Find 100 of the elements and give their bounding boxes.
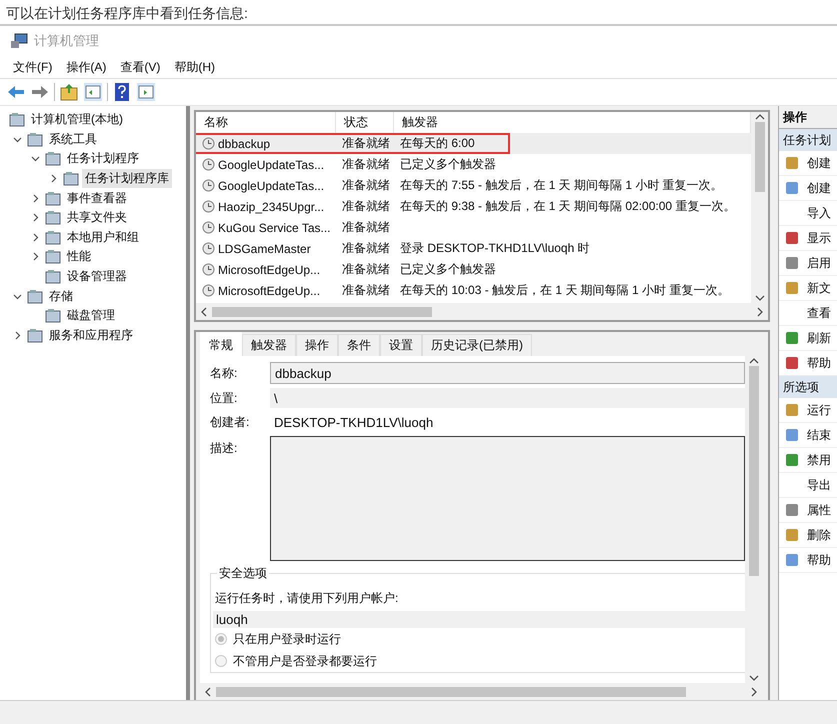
menu-item[interactable]: 文件(F) — [6, 58, 60, 76]
action-item[interactable]: 导出 — [779, 473, 837, 498]
clock-icon — [202, 137, 215, 150]
tab[interactable]: 设置 — [380, 334, 422, 356]
chevron-right-icon[interactable] — [30, 213, 40, 222]
tab[interactable]: 历史记录(已禁用) — [422, 334, 532, 356]
section-header[interactable]: 任务计划 — [779, 129, 837, 151]
arrow-left-icon[interactable] — [203, 686, 213, 696]
chevron-down-icon[interactable] — [12, 134, 22, 144]
tree-item[interactable]: 磁盘管理 — [64, 306, 118, 326]
action-item[interactable]: 删除 — [779, 523, 837, 548]
menu-item[interactable]: 帮助(H) — [167, 58, 222, 76]
column-header[interactable]: 名称 — [196, 112, 336, 133]
chevron-right-icon[interactable] — [30, 194, 40, 203]
action-item[interactable]: 创建 — [779, 176, 837, 201]
task-trigger: 在每天的 7:55 - 触发后，在 1 天 期间每隔 1 小时 重复一次。 — [399, 177, 724, 194]
action-item[interactable]: 显示 — [779, 226, 837, 251]
action-item[interactable]: 新文 — [779, 276, 837, 301]
tree-item[interactable]: 共享文件夹 — [64, 208, 130, 228]
tab[interactable]: 常规 — [200, 332, 242, 357]
field-label: 名称: — [210, 364, 238, 382]
folder-icon — [45, 190, 61, 206]
radio-label: 只在用户登录时运行 — [233, 630, 341, 648]
action-item[interactable]: 查看 — [779, 301, 837, 326]
action-item[interactable]: 启用 — [779, 251, 837, 276]
tab[interactable]: 触发器 — [242, 334, 296, 356]
pane-icon[interactable] — [136, 82, 156, 102]
task-status: 准备就绪 — [341, 177, 391, 194]
folder-icon — [27, 328, 43, 343]
tree-item[interactable]: 性能 — [64, 247, 94, 266]
arrow-up-icon[interactable] — [754, 112, 764, 122]
chevron-down-icon[interactable] — [30, 154, 40, 164]
menu-item[interactable]: 操作(A) — [59, 58, 114, 76]
task-row[interactable]: LDSGameMaster 准备就绪 登录 DESKTOP-TKHD1LV\luoqh 时 — [196, 238, 751, 259]
scrollbar-thumb[interactable] — [216, 686, 686, 696]
task-row[interactable]: MicrosoftEdgeUp... 准备就绪 在每天的 10:03 - 触发后，在 1 天 期间每隔 1 小时 重复一次。 — [196, 280, 751, 301]
action-item[interactable]: 运行 — [779, 398, 837, 423]
arrow-right-icon[interactable] — [755, 306, 765, 316]
chevron-right-icon[interactable] — [30, 232, 40, 242]
arrow-down-icon[interactable] — [754, 293, 764, 303]
name-field[interactable]: dbbackup — [270, 362, 745, 384]
action-icon — [785, 403, 799, 417]
chevron-right-icon[interactable] — [30, 252, 40, 262]
radio-button[interactable] — [215, 655, 227, 667]
task-row[interactable]: GoogleUpdateTas... 准备就绪 已定义多个触发器 — [196, 154, 751, 175]
menu-item[interactable]: 查看(V) — [113, 58, 168, 76]
tree-item[interactable]: 本地用户和组 — [64, 228, 142, 247]
horizontal-scrollbar[interactable] — [196, 303, 768, 320]
action-item[interactable]: 创建 — [779, 151, 837, 176]
tree-item[interactable]: 服务和应用程序 — [46, 326, 136, 345]
account-field: luoqh — [213, 611, 745, 628]
action-item[interactable]: 导入 — [779, 201, 837, 226]
folder-icon — [27, 132, 43, 147]
description-field[interactable] — [270, 436, 745, 561]
task-row[interactable]: dbbackup 准备就绪 在每天的 6:00 — [196, 133, 751, 154]
action-icon — [785, 181, 799, 195]
vertical-scrollbar[interactable] — [751, 112, 768, 303]
task-row[interactable]: MicrosoftEdgeUp... 准备就绪 已定义多个触发器 — [196, 259, 751, 280]
action-item[interactable]: 结束 — [779, 423, 837, 448]
task-name: dbbackup — [218, 136, 270, 150]
tree-item[interactable]: 任务计划程序 — [64, 149, 142, 168]
task-row[interactable]: Haozip_2345Upgr... 准备就绪 在每天的 9:38 - 触发后，在 1 天 期间每隔 02:00:00 重复一次。 — [196, 196, 751, 217]
chevron-down-icon[interactable] — [12, 292, 22, 301]
task-row[interactable]: GoogleUpdateTas... 准备就绪 在每天的 7:55 - 触发后，在 1 天 期间每隔 1 小时 重复一次。 — [196, 175, 751, 196]
clock-icon — [202, 200, 215, 213]
radio-button[interactable] — [215, 633, 227, 645]
tab[interactable]: 操作 — [296, 334, 338, 356]
scrollbar-thumb[interactable] — [754, 122, 764, 192]
chevron-right-icon[interactable] — [12, 330, 22, 340]
arrow-up-icon[interactable] — [748, 356, 758, 366]
task-trigger: 已定义多个触发器 — [399, 156, 497, 173]
task-trigger: 在每天的 9:38 - 触发后，在 1 天 期间每隔 02:00:00 重复一次。 — [399, 198, 736, 215]
tree-item[interactable]: 系统工具 — [46, 130, 100, 149]
tab[interactable]: 条件 — [338, 334, 380, 356]
column-header[interactable]: 状态 — [336, 112, 394, 133]
action-icon — [785, 231, 799, 245]
section-header[interactable]: 所选项 — [779, 376, 837, 398]
tree-item[interactable]: 存储 — [46, 286, 76, 306]
scrollbar-thumb[interactable] — [212, 306, 432, 316]
arrow-left-icon[interactable] — [199, 306, 209, 316]
tree-item[interactable]: 事件查看器 — [64, 188, 130, 208]
tree-item[interactable]: 任务计划程序库 — [82, 169, 172, 188]
radio-label: 不管用户是否登录都要运行 — [233, 652, 377, 670]
chevron-right-icon[interactable] — [48, 174, 58, 184]
action-item[interactable]: 帮助 — [779, 548, 837, 573]
tree-item[interactable]: 设备管理器 — [64, 267, 130, 286]
folder-up-icon[interactable] — [59, 82, 79, 102]
pane-icon[interactable] — [83, 82, 103, 102]
action-item[interactable]: 禁用 — [779, 448, 837, 473]
scrollbar-thumb[interactable] — [748, 366, 758, 576]
folder-icon — [27, 288, 43, 304]
arrow-right-icon[interactable] — [749, 686, 759, 696]
arrow-down-icon[interactable] — [748, 673, 758, 683]
tree-item[interactable]: 计算机管理(本地) — [28, 110, 126, 130]
action-item[interactable]: 刷新 — [779, 326, 837, 351]
task-status: 准备就绪 — [341, 240, 391, 257]
help-icon[interactable] — [112, 82, 132, 102]
task-row[interactable]: KuGou Service Tas... 准备就绪 — [196, 217, 751, 238]
account-prompt: 运行任务时，请使用下列用户帐户: — [214, 590, 400, 607]
action-item[interactable]: 属性 — [779, 498, 837, 523]
